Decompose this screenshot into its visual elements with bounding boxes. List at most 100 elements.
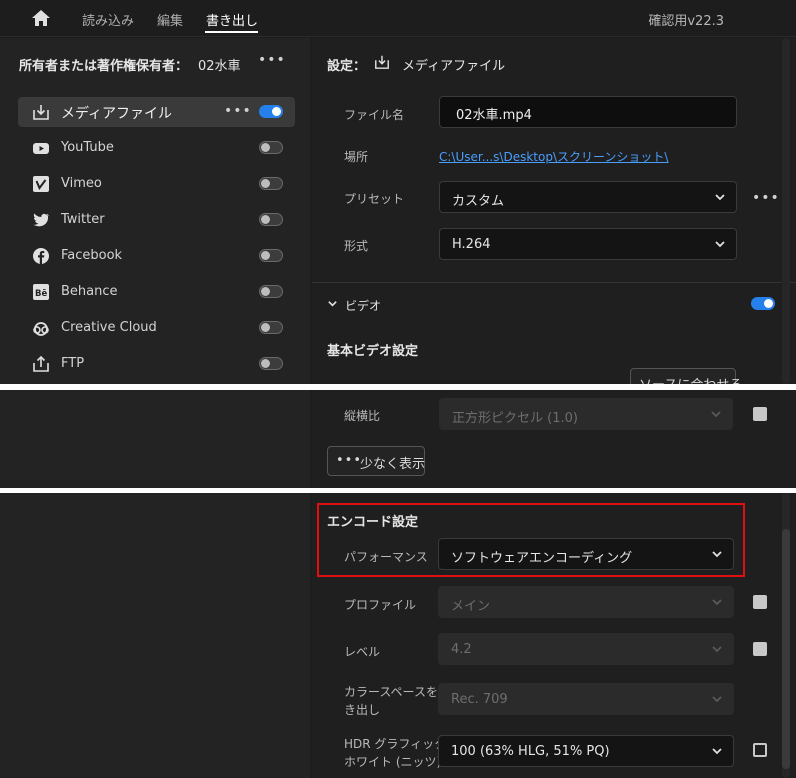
chevron-down-icon [711,411,721,418]
twitter-icon [33,213,49,227]
chevron-down-icon [715,241,725,248]
video-section-title[interactable]: ビデオ [345,297,381,314]
aspect-select[interactable]: 正方形ピクセル (1.0) [439,398,733,430]
destination-youtube[interactable]: YouTube [18,133,295,163]
destination-label: Facebook [61,248,123,263]
destination-label: Twitter [61,212,105,227]
twitter-toggle[interactable] [259,213,283,226]
section-divider [312,282,796,283]
vimeo-icon [33,176,49,192]
filename-input[interactable]: 02水車.mp4 [439,96,737,128]
profile-value: メイン [451,599,491,614]
vimeo-toggle[interactable] [259,177,283,190]
hdr-label: HDR グラフィック [344,737,447,751]
scrollbar-track[interactable] [782,38,790,384]
more-options-icon[interactable]: ••• [224,103,252,119]
match-source-button[interactable]: ソースに合わせる [630,368,742,384]
settings-header-value: メディアファイル [402,59,506,74]
destination-label: FTP [61,356,85,371]
owner-more-icon[interactable]: ••• [258,52,286,68]
scrollbar-thumb[interactable] [782,529,790,769]
video-toggle[interactable] [751,297,775,310]
encode-settings-panel: エンコード設定 パフォーマンス ソフトウェアエンコーディング プロファイル メイ… [312,493,796,778]
destination-vimeo[interactable]: Vimeo [18,169,295,199]
chevron-down-icon [712,696,722,703]
aspect-checkbox[interactable] [753,407,767,421]
facebook-icon [33,248,49,264]
svg-text:Bē: Bē [35,289,47,299]
aspect-value: 正方形ピクセル (1.0) [452,411,578,426]
top-bar: 読み込み 編集 書き出し 確認用v22.3 [0,0,796,37]
show-less-label: 少なく表示 [360,457,426,472]
owner-value: 02水車 [198,59,241,74]
colorspace-label-line2: き出し [344,703,381,717]
destination-twitter[interactable]: Twitter [18,205,295,235]
colorspace-select[interactable]: Rec. 709 [438,683,734,715]
level-select[interactable]: 4.2 [438,633,734,665]
format-select[interactable]: H.264 [439,228,737,260]
destination-label: メディアファイル [61,106,173,122]
tab-export[interactable]: 書き出し [206,10,258,29]
format-value: H.264 [452,237,491,252]
encode-settings-title: エンコード設定 [327,515,419,530]
aspect-label: 縦横比 [344,409,381,423]
destination-creative-cloud[interactable]: Creative Cloud [18,313,295,343]
colorspace-label: カラースペースを書 [344,685,450,699]
media-file-toggle[interactable] [259,105,283,118]
settings-header-label: 設定： [327,59,367,74]
version-label: 確認用v22.3 [648,14,724,29]
upload-icon [33,355,49,372]
chevron-down-icon [715,194,725,201]
youtube-icon [33,143,49,154]
level-checkbox[interactable] [753,642,767,656]
tab-edit[interactable]: 編集 [157,10,183,29]
chevron-down-icon[interactable] [327,298,338,309]
colorspace-value: Rec. 709 [451,692,508,707]
location-link[interactable]: C:\User...s\Desktop\スクリーンショット\ [439,148,668,165]
facebook-toggle[interactable] [259,249,283,262]
match-source-label: ソースに合わせる [639,374,742,384]
chevron-down-icon [712,646,722,653]
destination-label: Creative Cloud [61,320,157,335]
destination-ftp[interactable]: FTP [18,349,295,379]
preset-select[interactable]: カスタム [439,181,737,213]
active-tab-indicator [205,31,258,33]
preset-label: プリセット [344,192,405,206]
destination-facebook[interactable]: Facebook [18,241,295,271]
ftp-toggle[interactable] [259,357,283,370]
basic-video-settings-title: 基本ビデオ設定 [327,344,419,359]
destination-behance[interactable]: Bē Behance [18,277,295,307]
filename-label: ファイル名 [344,108,405,122]
level-value: 4.2 [451,642,472,657]
creative-cloud-icon [33,322,49,336]
preset-more-icon[interactable]: ••• [752,190,780,206]
more-icon: ••• [336,453,363,468]
profile-select[interactable]: メイン [438,586,734,618]
youtube-toggle[interactable] [259,141,283,154]
left-panel-continued [0,493,310,778]
download-icon [375,55,389,69]
destination-label: Behance [61,284,118,299]
destination-media-file[interactable]: メディアファイル ••• [18,97,295,127]
profile-checkbox[interactable] [753,595,767,609]
settings-panel-continued: 縦横比 正方形ピクセル (1.0) ••• 少なく表示 [312,390,796,488]
destination-label: Vimeo [61,176,102,191]
owner-label: 所有者または著作権保有者： [19,59,189,74]
download-icon [33,105,49,120]
hdr-checkbox[interactable] [753,743,767,757]
home-icon[interactable] [31,9,51,27]
performance-select[interactable]: ソフトウェアエンコーディング [438,538,734,570]
chevron-down-icon [712,748,722,755]
show-less-button[interactable]: ••• 少なく表示 [327,446,425,476]
performance-value: ソフトウェアエンコーディング [451,551,633,566]
preset-value: カスタム [452,194,505,209]
behance-toggle[interactable] [259,285,283,298]
creative-cloud-toggle[interactable] [259,321,283,334]
profile-label: プロファイル [344,598,417,612]
level-label: レベル [344,645,381,659]
hdr-label-line2: ホワイト (ニッツ) [344,755,442,769]
format-label: 形式 [344,239,369,253]
chevron-down-icon [712,551,722,558]
tab-import[interactable]: 読み込み [82,10,134,29]
hdr-select[interactable]: 100 (63% HLG, 51% PQ) [438,735,734,767]
